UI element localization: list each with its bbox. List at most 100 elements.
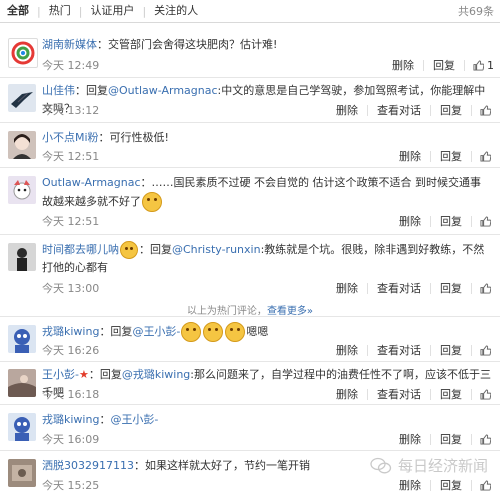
delete-button[interactable]: 删除 [390, 434, 430, 445]
comment-item: 山佳伟：回复@Outlaw-Armagnac:中文的意思是自己学驾驶，参加驾照考… [0, 78, 500, 123]
comment-user[interactable]: 山佳伟 [42, 84, 75, 97]
reply-button[interactable]: 回复 [430, 215, 471, 227]
comment-meta: 今天 15:25 删除 回复 [42, 476, 494, 494]
view-conversation-button[interactable]: 查看对话 [367, 344, 430, 356]
comment-actions: 删除 回复 [390, 150, 494, 162]
delete-button[interactable]: 删除 [327, 389, 367, 400]
like-button[interactable] [471, 479, 494, 491]
comment-text: 戎璐kiwing：@王小彭- [42, 411, 492, 429]
reply-button[interactable]: 回复 [430, 433, 471, 445]
comment-meta: 今天 12:51 删除 回复 [42, 212, 494, 230]
comment-item: 戎璐kiwing：@王小彭- 今天 16:09 删除 回复 [0, 405, 500, 451]
avatar[interactable] [8, 325, 36, 353]
comment-user[interactable]: 王小彭- [42, 368, 79, 381]
comment-time: 今天 12:49 [42, 59, 100, 72]
wechat-icon [370, 457, 392, 473]
avatar[interactable] [8, 369, 36, 397]
comment-user[interactable]: 戎璐kiwing [42, 413, 99, 426]
comment-text: 湖南新媒体：交管部门会舍得这块肥肉？估计难! [42, 36, 492, 54]
surprised-emoji-icon [203, 322, 224, 342]
reply-button[interactable]: 回复 [430, 479, 471, 491]
view-conversation-button[interactable]: 查看对话 [367, 282, 430, 294]
avatar[interactable] [8, 459, 36, 487]
reply-button[interactable]: 回复 [423, 59, 464, 71]
comment-user[interactable]: 湖南新媒体 [42, 38, 97, 51]
avatar[interactable] [8, 131, 36, 159]
comment-body: ：如果这样就太好了，节约一笔开销 [134, 459, 310, 472]
delete-button[interactable]: 删除 [327, 105, 367, 116]
comment-item: 时间都去哪儿呐 ：回复@Christy-runxin:教练就是个坑。很贱，除非遇到… [0, 235, 500, 298]
comment-count: 共69条 [458, 5, 494, 18]
comment-item: 王小彭-★：回复@戎璐kiwing:那么问题来了，自学过程中的油费任性不了啊，应… [0, 362, 500, 405]
comment-text: 小不点Mi粉：可行性极低! [42, 129, 492, 147]
reply-button[interactable]: 回复 [430, 150, 471, 162]
filter-tab-following[interactable]: 关注的人 [146, 0, 206, 22]
filter-tab-all[interactable]: 全部 [7, 0, 37, 22]
comment-user[interactable]: 洒脱3032917113 [42, 459, 134, 472]
view-conversation-button[interactable]: 查看对话 [367, 104, 430, 116]
avatar[interactable] [8, 413, 36, 441]
comment-actions: 删除 回复 [390, 215, 494, 227]
thumbs-up-icon [480, 479, 491, 491]
surprised-emoji-icon [181, 322, 202, 342]
like-button[interactable] [471, 150, 494, 162]
like-button[interactable] [471, 282, 494, 294]
comment-actions: 删除 查看对话 回复 [327, 282, 494, 294]
reply-button[interactable]: 回复 [430, 344, 471, 356]
thumbs-up-icon [480, 282, 491, 294]
mention-link[interactable]: @戎璐kiwing [122, 368, 190, 381]
comment-meta: 今天 16:18 删除 查看对话 回复 [42, 385, 494, 403]
avatar[interactable] [8, 38, 38, 68]
delete-button[interactable]: 删除 [383, 60, 423, 71]
thumbs-up-icon [473, 59, 484, 71]
like-button[interactable] [471, 104, 494, 116]
filter-tab-verified[interactable]: 认证用户 [82, 0, 142, 22]
thumbs-up-icon [480, 104, 491, 116]
comment-time: 今天 16:18 [42, 388, 100, 401]
comment-user[interactable]: 小不点Mi粉 [42, 131, 99, 144]
comment-user[interactable]: 戎璐kiwing [42, 325, 99, 338]
reply-prefix: ：回复 [99, 325, 133, 338]
view-conversation-button[interactable]: 查看对话 [367, 388, 430, 400]
thumbs-up-icon [480, 150, 491, 162]
mention-link[interactable]: @Outlaw-Armagnac [108, 84, 218, 97]
like-button[interactable]: 1 [464, 58, 494, 72]
delete-button[interactable]: 删除 [390, 480, 430, 491]
mention-link[interactable]: @王小彭- [110, 413, 158, 426]
comment-body: ：交管部门会舍得这块肥肉？估计难! [97, 38, 278, 51]
delete-button[interactable]: 删除 [390, 216, 430, 227]
delete-button[interactable]: 删除 [327, 345, 367, 356]
comment-user[interactable]: Outlaw-Armagnac [42, 176, 141, 189]
delete-button[interactable]: 删除 [390, 151, 430, 162]
comment-item: 湖南新媒体：交管部门会舍得这块肥肉？估计难! 今天 12:49 删除 回复 1 [0, 32, 500, 78]
thumbs-up-icon [480, 215, 491, 227]
reply-button[interactable]: 回复 [430, 104, 471, 116]
comment-actions: 删除 回复 [390, 479, 494, 491]
comment-time: 今天 12:51 [42, 150, 100, 163]
comment-meta: 今天 16:26 删除 查看对话 回复 [42, 341, 494, 359]
reply-button[interactable]: 回复 [430, 388, 471, 400]
like-button[interactable] [471, 215, 494, 227]
like-button[interactable] [471, 433, 494, 445]
comment-user[interactable]: 时间都去哪儿呐 [42, 243, 119, 256]
sweat-emoji-icon [142, 192, 162, 212]
comment-time: 今天 16:09 [42, 433, 100, 446]
avatar[interactable] [8, 243, 36, 271]
avatar[interactable] [8, 84, 36, 112]
reply-button[interactable]: 回复 [430, 282, 471, 294]
like-button[interactable] [471, 388, 494, 400]
comment-meta: 今天 13:00 删除 查看对话 回复 [42, 279, 494, 297]
like-button[interactable] [471, 344, 494, 356]
comment-actions: 删除 回复 [390, 433, 494, 445]
filter-tab-hot[interactable]: 热门 [41, 0, 79, 22]
mention-link[interactable]: @王小彭- [132, 325, 180, 338]
like-count: 1 [487, 58, 494, 72]
mention-link[interactable]: @Christy-runxin [172, 243, 261, 256]
face-emoji-icon [120, 241, 138, 259]
delete-button[interactable]: 删除 [327, 283, 367, 294]
comment-item: 戎璐kiwing：回复@王小彭- 嗯嗯 今天 16:26 删除 查看对话 回复 [0, 318, 500, 362]
comment-meta: 今天 13:12 删除 查看对话 回复 [42, 101, 494, 119]
avatar[interactable] [8, 176, 36, 204]
comment-time: 今天 13:00 [42, 282, 100, 295]
comment-meta: 今天 12:49 删除 回复 1 [42, 56, 494, 74]
